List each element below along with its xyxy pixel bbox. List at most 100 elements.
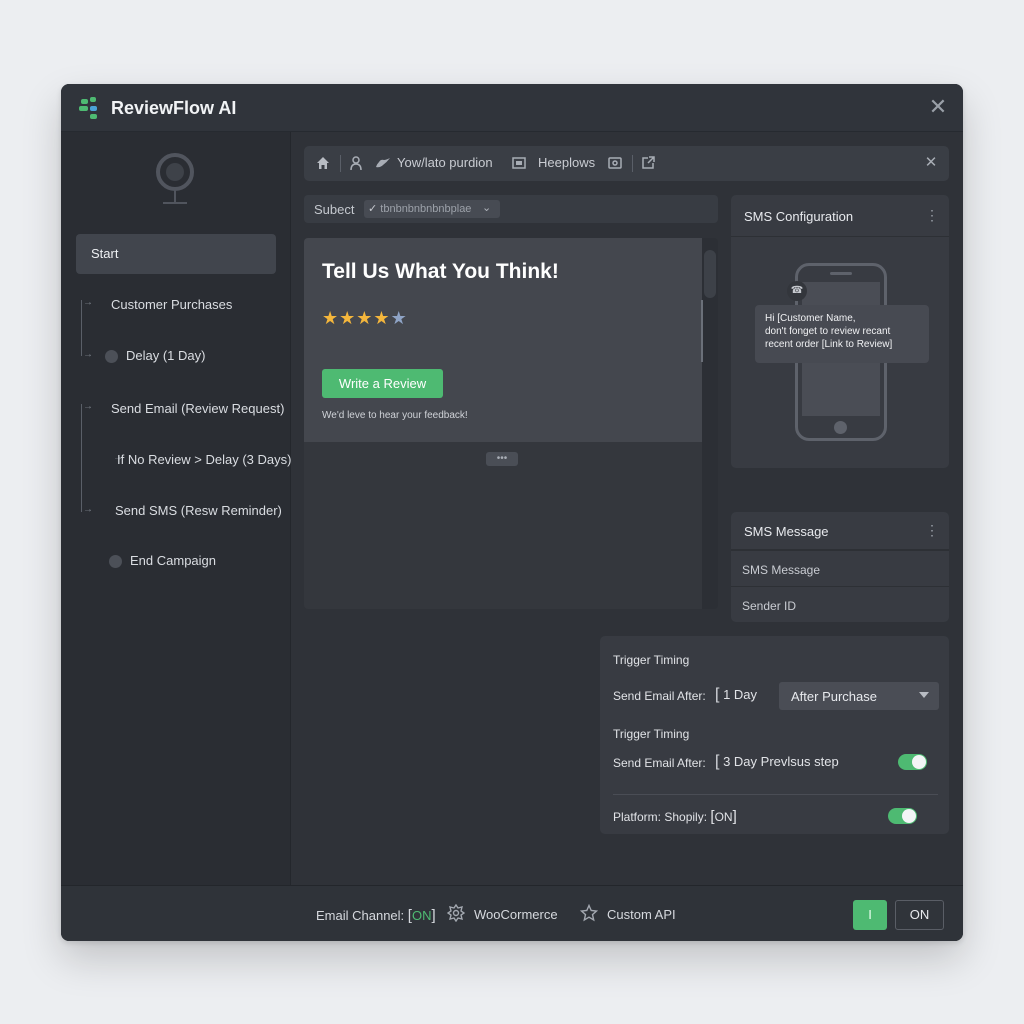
flow-step-label: Delay (1 Day): [126, 348, 206, 363]
section-title: Trigger Timing: [613, 727, 690, 741]
phone-home-button: [834, 421, 847, 434]
delay-value: 3 Day Prevlsus step: [723, 754, 839, 769]
flow-arrow-icon: →: [83, 349, 93, 360]
main-editor: Yow/lato purdion Heeplows ✕ Subect ✓ tbn…: [291, 132, 963, 885]
star-icon: ★: [322, 308, 340, 328]
select-value: After Purchase: [791, 689, 877, 704]
panel-title: SMS Message: [744, 524, 829, 539]
more-options-button[interactable]: •••: [486, 452, 518, 466]
chevron-down-icon: [919, 692, 929, 698]
field-label: SMS Message: [742, 563, 821, 577]
toggle-knob: [912, 755, 926, 769]
flow-step-label: End Campaign: [130, 553, 216, 568]
editor-toolbar: Yow/lato purdion Heeplows ✕: [304, 146, 949, 181]
platform-toggle[interactable]: [888, 808, 917, 824]
title-bar: ReviewFlow AI ✕: [61, 84, 963, 132]
write-review-button[interactable]: Write a Review: [322, 369, 443, 398]
bird-icon[interactable]: [375, 155, 391, 171]
subject-field[interactable]: Subect ✓ tbnbnbnbnbnbplae ⌄: [304, 195, 718, 223]
external-link-icon[interactable]: [640, 155, 656, 171]
step-dot-icon: [109, 555, 122, 569]
subject-value: tbnbnbnbnbnbplae: [380, 203, 472, 215]
app-window: ReviewFlow AI ✕ Start → Customer Purchas…: [61, 84, 963, 941]
bracket-glyph: ]: [431, 907, 436, 924]
email-channel-label: Email Channel:: [316, 908, 405, 923]
sms-message-field[interactable]: SMS Message: [731, 550, 949, 586]
reviewflow-logo-icon: [79, 97, 97, 119]
delay-value-input[interactable]: [ 3 Day Prevlsus step: [715, 753, 839, 771]
trigger-timing-panel: Trigger Timing Send Email After: [ 1 Day…: [600, 636, 949, 834]
bracket-glyph: [: [715, 686, 720, 703]
star-icon: ★: [356, 308, 374, 328]
flow-step-customer-purchases[interactable]: Customer Purchases: [111, 297, 232, 312]
toolbar-item-heeplows[interactable]: Heeplows: [538, 155, 595, 170]
panel-header: SMS Configuration ⋮: [731, 195, 949, 237]
on-button[interactable]: ON: [895, 900, 944, 930]
kebab-menu-icon[interactable]: ⋮: [925, 522, 939, 539]
woocommerce-integration[interactable]: WooCormerce: [474, 907, 558, 922]
email-channel-value: ON: [411, 908, 432, 923]
chevron-down-icon[interactable]: ⌄: [482, 201, 491, 214]
star-icon: ★: [339, 308, 357, 328]
flow-step-start[interactable]: Start: [76, 234, 276, 274]
bubble-line: don't fonget to review recant: [765, 326, 891, 337]
webcam-icon: [156, 153, 194, 204]
scroll-position-indicator: [701, 300, 703, 362]
sms-configuration-panel: SMS Configuration ⋮ Hi [Customer Name, d…: [731, 195, 949, 468]
close-icon[interactable]: ✕: [923, 155, 939, 171]
section-title: Trigger Timing: [613, 653, 690, 667]
star-rating: ★★★★★: [322, 308, 408, 329]
sender-id-field[interactable]: Sender ID: [731, 586, 949, 622]
platform-label: Platform: Shopily: [ON]: [613, 808, 737, 825]
user-icon[interactable]: [348, 155, 364, 171]
star-outline-icon: [580, 904, 598, 922]
flow-step-end-campaign[interactable]: End Campaign: [109, 553, 216, 569]
flow-arrow-icon: →: [83, 401, 93, 412]
email-channel-status[interactable]: Email Channel: [ON]: [316, 907, 436, 924]
trigger-event-select[interactable]: After Purchase: [779, 682, 939, 710]
flow-step-send-sms[interactable]: Send SMS (Resw Reminder): [115, 503, 282, 518]
power-toggle-button[interactable]: I: [853, 900, 887, 930]
phone-call-icon: ☎: [787, 281, 807, 301]
preview-title: Tell Us What You Think!: [322, 260, 559, 283]
camera-icon[interactable]: [607, 155, 623, 171]
woocommerce-icon: [447, 904, 465, 922]
toolbar-item-purdion[interactable]: Yow/lato purdion: [397, 155, 493, 170]
flow-step-if-no-review[interactable]: If No Review > Delay (3 Days): [117, 452, 291, 467]
image-icon[interactable]: [511, 155, 527, 171]
delay-value-input[interactable]: [ 1 Day: [715, 686, 757, 704]
flow-arrow-icon: →: [83, 297, 93, 308]
subject-value-chip[interactable]: ✓ tbnbnbnbnbnbplae: [364, 200, 500, 218]
send-email-after-label: Send Email After:: [613, 689, 706, 703]
flow-connector: [81, 404, 82, 512]
custom-api-integration[interactable]: Custom API: [607, 907, 676, 922]
star-icon: ★: [373, 308, 391, 328]
step-dot-icon: [105, 350, 118, 364]
divider: [613, 794, 938, 795]
scrollbar-thumb[interactable]: [704, 250, 716, 298]
feedback-note: We'd leve to hear your feedback!: [322, 410, 468, 421]
bubble-line: Hi [Customer Name,: [765, 313, 856, 324]
delay-value: 1 Day: [723, 687, 758, 702]
bracket-glyph: ]: [732, 808, 737, 825]
field-label: Sender ID: [742, 599, 797, 613]
bubble-line: recent order [Link to Review]: [765, 339, 893, 350]
toggle-knob: [902, 809, 916, 823]
sms-preview-bubble: Hi [Customer Name, don't fonget to revie…: [755, 305, 929, 363]
app-title: ReviewFlow AI: [111, 98, 237, 118]
check-icon: ✓: [368, 203, 378, 215]
email-preview: Tell Us What You Think! ★★★★★ Write a Re…: [304, 238, 718, 609]
sidebar-flow: Start → Customer Purchases → Delay (1 Da…: [61, 132, 291, 885]
platform-name: Platform: Shopily:: [613, 810, 708, 824]
footer-bar: Email Channel: [ON] WooCormerce Custom A…: [61, 885, 963, 941]
kebab-menu-icon[interactable]: ⋮: [925, 207, 939, 224]
home-icon[interactable]: [315, 155, 331, 171]
flow-step-delay-1-day[interactable]: Delay (1 Day): [105, 348, 206, 364]
star-icon: ★: [390, 308, 408, 328]
panel-header: SMS Message ⋮: [731, 512, 949, 550]
flow-step-send-email[interactable]: Send Email (Review Request): [111, 401, 284, 416]
phone-speaker: [830, 272, 852, 275]
toolbar-divider: [632, 155, 633, 172]
close-icon[interactable]: ✕: [927, 96, 949, 118]
trigger-toggle[interactable]: [898, 754, 927, 770]
